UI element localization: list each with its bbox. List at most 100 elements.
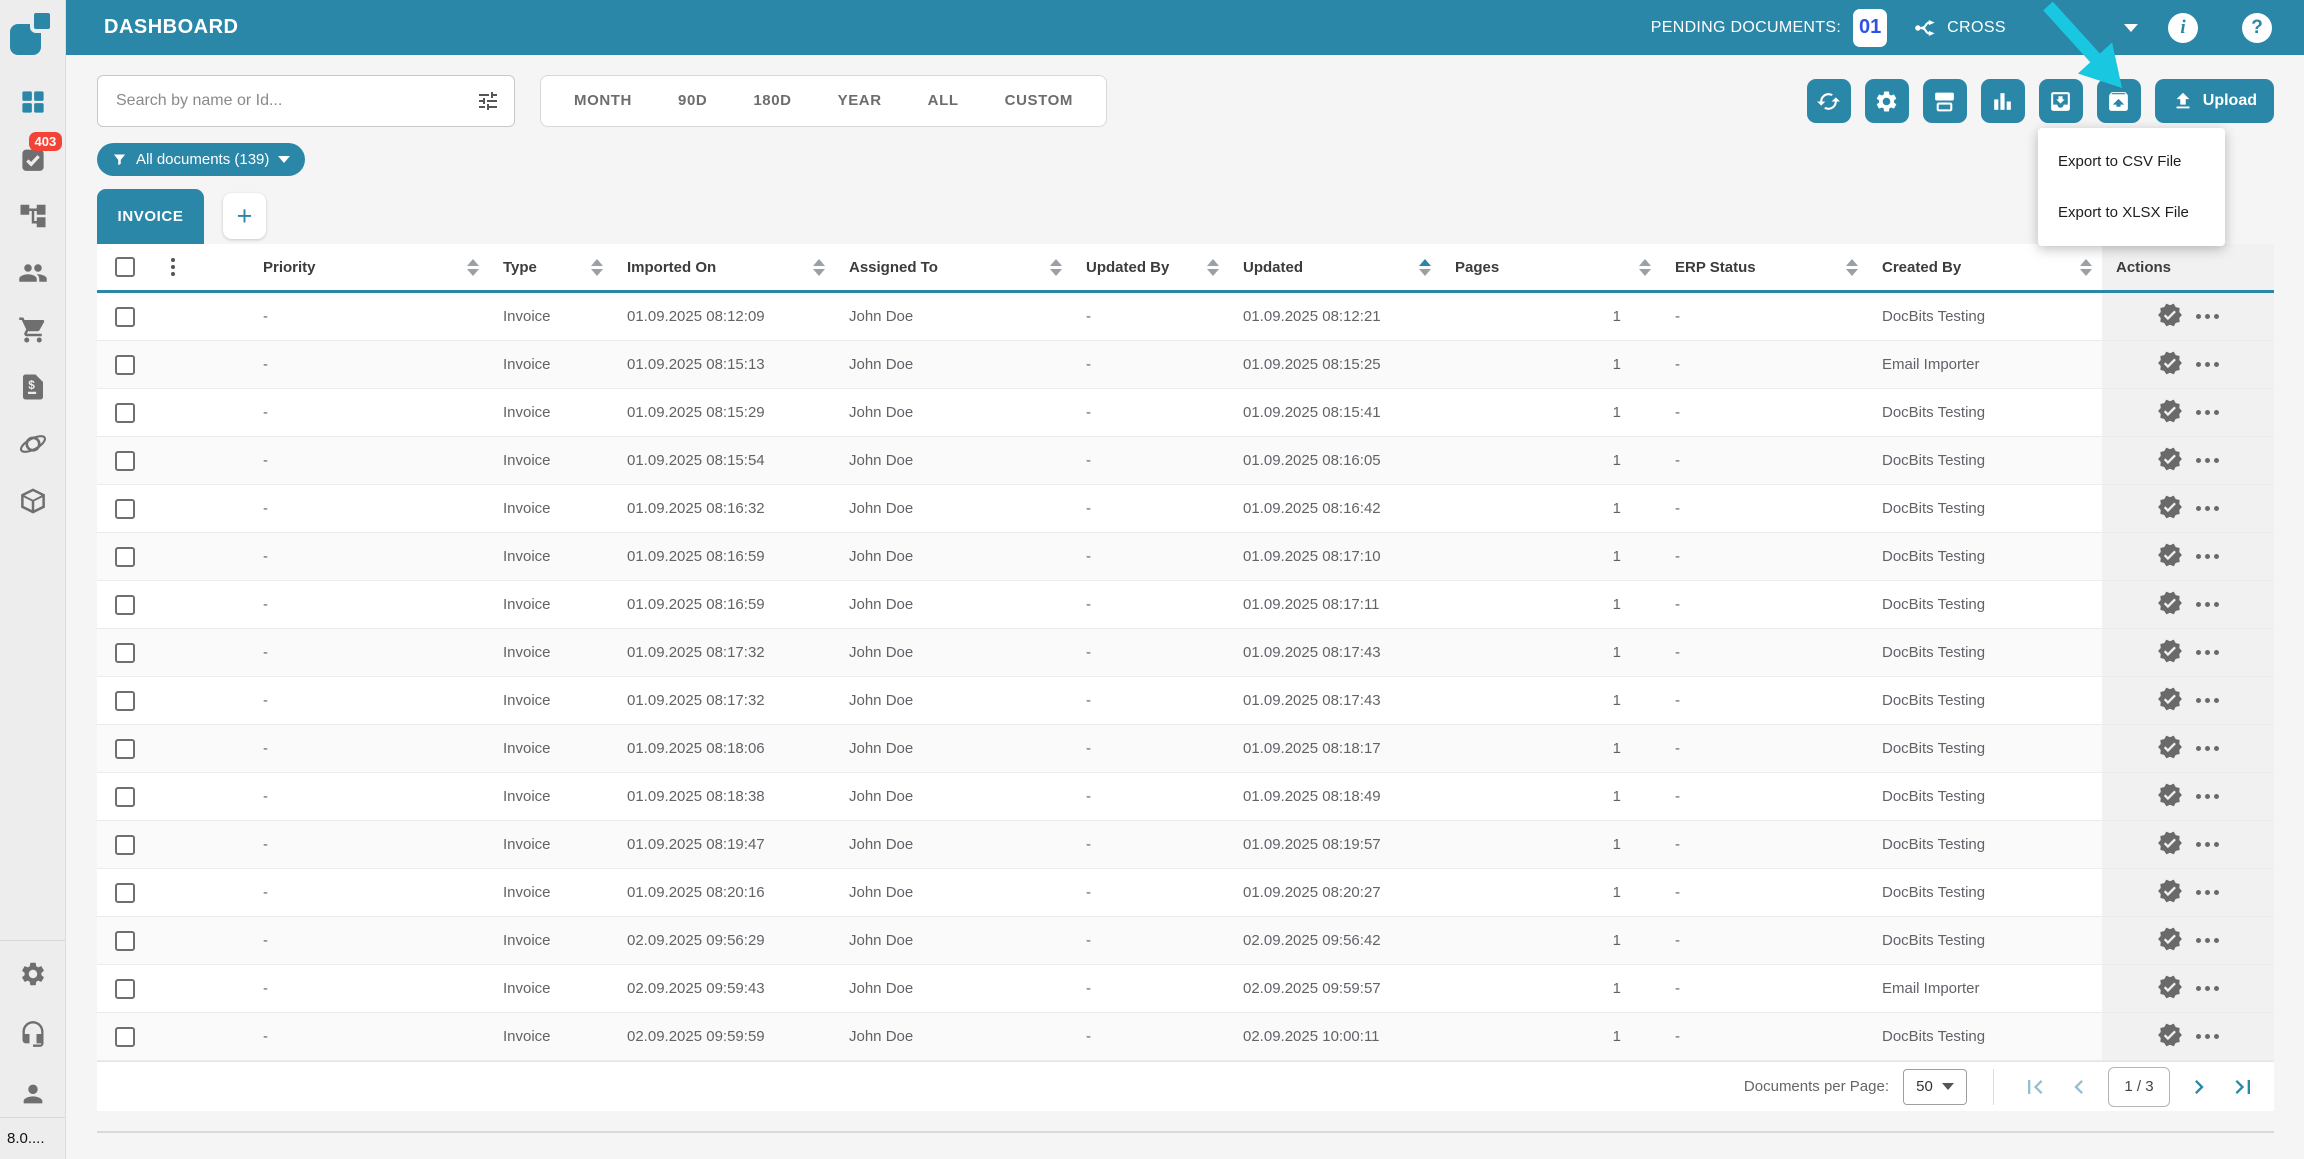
sort-icon[interactable]	[591, 259, 603, 276]
verified-badge-icon[interactable]	[2157, 830, 2183, 860]
row-checkbox[interactable]	[115, 883, 135, 903]
column-header-erp_status[interactable]: ERP Status	[1661, 244, 1868, 290]
row-checkbox[interactable]	[115, 547, 135, 567]
row-menu-button[interactable]	[2196, 314, 2219, 319]
sort-icon[interactable]	[1207, 259, 1219, 276]
org-selector[interactable]: CROSS	[1913, 15, 2006, 41]
verified-badge-icon[interactable]	[2157, 782, 2183, 812]
sidebar-item-workflow[interactable]	[13, 199, 53, 233]
column-header-updated[interactable]: Updated	[1229, 244, 1441, 290]
row-checkbox[interactable]	[115, 403, 135, 423]
row-menu-button[interactable]	[2196, 698, 2219, 703]
date-filter-month[interactable]: MONTH	[551, 75, 655, 127]
first-page-button[interactable]	[2020, 1072, 2050, 1102]
row-menu-button[interactable]	[2196, 842, 2219, 847]
filter-tune-icon[interactable]	[476, 89, 500, 113]
table-row[interactable]: -Invoice01.09.2025 08:15:54John Doe-01.0…	[97, 437, 2274, 485]
verified-badge-icon[interactable]	[2157, 638, 2183, 668]
sidebar-item-support[interactable]	[13, 1017, 53, 1051]
row-checkbox[interactable]	[115, 595, 135, 615]
table-row[interactable]: -Invoice01.09.2025 08:18:38John Doe-01.0…	[97, 773, 2274, 821]
row-menu-button[interactable]	[2196, 1034, 2219, 1039]
date-filter-90d[interactable]: 90D	[655, 75, 730, 127]
row-menu-button[interactable]	[2196, 938, 2219, 943]
sidebar-item-integrations[interactable]	[13, 427, 53, 461]
row-checkbox[interactable]	[115, 787, 135, 807]
org-dropdown-caret-icon[interactable]	[2124, 24, 2138, 32]
app-logo[interactable]	[10, 9, 56, 55]
prev-page-button[interactable]	[2064, 1072, 2094, 1102]
date-filter-year[interactable]: YEAR	[815, 75, 905, 127]
verified-badge-icon[interactable]	[2157, 350, 2183, 380]
sidebar-item-profile[interactable]	[13, 1077, 53, 1111]
column-header-priority[interactable]: Priority	[249, 244, 489, 290]
table-row[interactable]: -Invoice02.09.2025 09:59:59John Doe-02.0…	[97, 1013, 2274, 1061]
settings-button[interactable]	[1865, 79, 1909, 123]
sort-icon[interactable]	[2080, 259, 2092, 276]
row-checkbox[interactable]	[115, 691, 135, 711]
next-page-button[interactable]	[2184, 1072, 2214, 1102]
row-checkbox[interactable]	[115, 1027, 135, 1047]
verified-badge-icon[interactable]	[2157, 494, 2183, 524]
row-menu-button[interactable]	[2196, 410, 2219, 415]
row-menu-button[interactable]	[2196, 650, 2219, 655]
row-checkbox[interactable]	[115, 739, 135, 759]
row-menu-button[interactable]	[2196, 986, 2219, 991]
sidebar-item-users[interactable]	[13, 256, 53, 290]
sidebar-item-invoices[interactable]: $	[13, 370, 53, 404]
verified-badge-icon[interactable]	[2157, 686, 2183, 716]
verified-badge-icon[interactable]	[2157, 446, 2183, 476]
card-view-button[interactable]	[1923, 79, 1967, 123]
row-menu-button[interactable]	[2196, 458, 2219, 463]
last-page-button[interactable]	[2228, 1072, 2258, 1102]
pending-documents-count[interactable]: 01	[1853, 9, 1887, 47]
sidebar-item-dashboard[interactable]	[13, 85, 53, 119]
row-checkbox[interactable]	[115, 499, 135, 519]
row-menu-button[interactable]	[2196, 506, 2219, 511]
sort-icon[interactable]	[1639, 259, 1651, 276]
table-row[interactable]: -Invoice01.09.2025 08:15:13John Doe-01.0…	[97, 341, 2274, 389]
table-row[interactable]: -Invoice01.09.2025 08:12:09John Doe-01.0…	[97, 293, 2274, 341]
table-row[interactable]: -Invoice01.09.2025 08:15:29John Doe-01.0…	[97, 389, 2274, 437]
verified-badge-icon[interactable]	[2157, 1022, 2183, 1052]
sort-icon[interactable]	[1846, 259, 1858, 276]
sort-icon[interactable]	[467, 259, 479, 276]
column-header-type[interactable]: Type	[489, 244, 613, 290]
table-row[interactable]: -Invoice02.09.2025 09:56:29John Doe-02.0…	[97, 917, 2274, 965]
sidebar-item-purchase-orders[interactable]	[13, 313, 53, 347]
row-menu-button[interactable]	[2196, 794, 2219, 799]
row-checkbox[interactable]	[115, 451, 135, 471]
analytics-button[interactable]	[1981, 79, 2025, 123]
row-menu-button[interactable]	[2196, 890, 2219, 895]
search-input[interactable]	[116, 92, 476, 110]
row-checkbox[interactable]	[115, 307, 135, 327]
date-filter-custom[interactable]: CUSTOM	[982, 75, 1096, 127]
table-row[interactable]: -Invoice01.09.2025 08:16:59John Doe-01.0…	[97, 533, 2274, 581]
row-menu-button[interactable]	[2196, 362, 2219, 367]
column-header-pages[interactable]: Pages	[1441, 244, 1661, 290]
table-row[interactable]: -Invoice01.09.2025 08:17:32John Doe-01.0…	[97, 677, 2274, 725]
sidebar-item-settings[interactable]	[13, 957, 53, 991]
column-menu-button[interactable]	[153, 244, 249, 290]
row-checkbox[interactable]	[115, 979, 135, 999]
row-checkbox[interactable]	[115, 355, 135, 375]
select-all-checkbox[interactable]	[115, 257, 135, 277]
tab-invoice[interactable]: INVOICE	[97, 189, 204, 244]
column-header-imported_on[interactable]: Imported On	[613, 244, 835, 290]
table-row[interactable]: -Invoice01.09.2025 08:19:47John Doe-01.0…	[97, 821, 2274, 869]
table-row[interactable]: -Invoice02.09.2025 09:59:43John Doe-02.0…	[97, 965, 2274, 1013]
info-icon[interactable]: i	[2168, 13, 2198, 43]
column-header-select[interactable]	[97, 244, 153, 290]
column-header-assigned_to[interactable]: Assigned To	[835, 244, 1072, 290]
sort-icon[interactable]	[1419, 259, 1431, 276]
row-checkbox[interactable]	[115, 643, 135, 663]
menu-item-export-to-csv-file[interactable]: Export to CSV File	[2038, 136, 2225, 187]
import-button[interactable]	[2039, 79, 2083, 123]
sidebar-item-packages[interactable]	[13, 484, 53, 518]
table-row[interactable]: -Invoice01.09.2025 08:16:32John Doe-01.0…	[97, 485, 2274, 533]
row-checkbox[interactable]	[115, 931, 135, 951]
column-header-updated_by[interactable]: Updated By	[1072, 244, 1229, 290]
verified-badge-icon[interactable]	[2157, 302, 2183, 332]
sort-icon[interactable]	[813, 259, 825, 276]
add-tab-button[interactable]: +	[223, 193, 266, 239]
